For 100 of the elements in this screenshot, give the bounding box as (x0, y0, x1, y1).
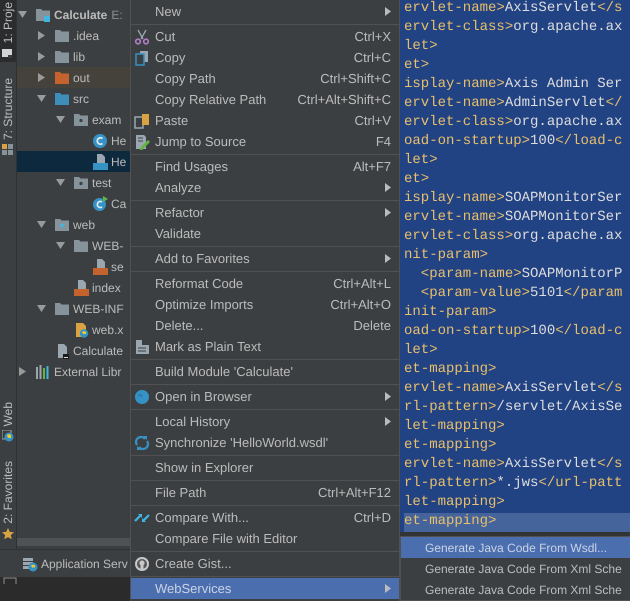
menu-item[interactable]: Validate (131, 223, 399, 244)
tree-item[interactable]: exam (17, 109, 130, 130)
tree-item[interactable]: Ca (17, 193, 130, 214)
copy-icon (134, 50, 150, 66)
tree-item[interactable]: WEB-INF (17, 298, 130, 319)
star-icon (2, 528, 14, 540)
class-icon (92, 132, 108, 148)
scissors-icon (134, 28, 150, 44)
menu-item[interactable]: Generate Java Code From Xml Sche (401, 558, 630, 579)
menu-item[interactable]: Copy Ctrl+C (131, 47, 399, 68)
tree-item[interactable]: test (17, 172, 130, 193)
menu-item[interactable]: Open in Browser (131, 386, 399, 407)
menu-item[interactable]: File Path Ctrl+Alt+F12 (131, 482, 399, 503)
menu-item[interactable]: Delete... Delete (131, 315, 399, 336)
tree-item[interactable]: web.x (17, 319, 130, 340)
pencil-document-icon (134, 134, 150, 150)
structure-icon (2, 144, 14, 156)
tree-item[interactable]: lib (17, 46, 130, 67)
menu-item[interactable]: Copy Path Ctrl+Shift+C (131, 68, 399, 89)
code-line: oad-on-startup>100</load-c (404, 323, 624, 341)
tree-item[interactable]: index (17, 277, 130, 298)
code-line: oad-on-startup>100</load-c (404, 133, 624, 151)
tool-window-tab[interactable]: Web (0, 400, 16, 446)
code-line: ervlet-class>org.apache.ax (404, 19, 624, 37)
globe-icon (2, 430, 14, 442)
tree-item[interactable]: Calculate E: (17, 4, 130, 25)
tree-item[interactable]: web (17, 214, 130, 235)
menu-item[interactable]: Create Gist... (131, 553, 399, 574)
code-line: rl-pattern>*.jws</url-patt (404, 475, 624, 493)
menu-item[interactable]: Copy Relative Path Ctrl+Alt+Shift+C (131, 89, 399, 110)
menu-item[interactable]: Show in Explorer (131, 457, 399, 478)
tree-item[interactable]: He (17, 130, 130, 151)
server-icon (22, 556, 38, 572)
menu-item[interactable]: Find Usages Alt+F7 (131, 156, 399, 177)
tree-item[interactable]: External Libr (17, 361, 130, 382)
module-folder-icon (35, 6, 51, 22)
code-line: <param-name>SOAPMonitorP (420, 266, 624, 284)
test-class-icon (92, 196, 108, 212)
tool-window-tab[interactable]: 2: Favorites (0, 459, 16, 543)
menu-item[interactable]: Build Module 'Calculate' (131, 361, 399, 382)
globe-icon (134, 388, 150, 404)
menu-item[interactable]: Reformat Code Ctrl+Alt+L (131, 273, 399, 294)
project-icon (2, 47, 14, 60)
menu-item[interactable]: New (131, 1, 399, 22)
tree-item[interactable]: se (17, 256, 130, 277)
tree-item[interactable]: .idea (17, 25, 130, 46)
folder-icon (54, 28, 70, 44)
tree-item[interactable]: WEB- (17, 235, 130, 256)
tree-item[interactable]: He (17, 151, 130, 172)
code-line: let> (404, 38, 439, 56)
menu-item[interactable]: WebServices (131, 578, 399, 599)
web-folder-icon (54, 216, 70, 232)
tool-window-tab[interactable]: 1: Proje (0, 0, 16, 62)
paste-icon (134, 112, 150, 128)
tree-item[interactable]: Calculate (17, 340, 130, 361)
code-line: ervlet-name>AdminServlet</ (404, 95, 624, 113)
package-icon (73, 174, 89, 190)
menu-item[interactable]: Refactor (131, 202, 399, 223)
library-icon (35, 364, 51, 380)
code-line: rl-pattern>/servlet/AxisSe (404, 399, 624, 417)
code-line: isplay-name>Axis Admin Ser (404, 76, 624, 94)
menu-item[interactable]: Local History (131, 411, 399, 432)
code-line: nit-param> (404, 247, 490, 265)
menu-item[interactable]: Compare With... Ctrl+D (131, 507, 399, 528)
code-line: let-mapping> (404, 418, 506, 436)
menu-item[interactable]: Paste Ctrl+V (131, 110, 399, 131)
code-line: ervlet-name>AxisServlet</s (404, 380, 624, 398)
menu-item[interactable]: Generate Java Code From Wsdl... (401, 537, 630, 558)
xml-file-icon (92, 258, 108, 274)
code-line: let> (404, 152, 439, 170)
menu-item[interactable]: Synchronize 'HelloWorld.wsdl' (131, 432, 399, 453)
tree-item[interactable]: out (17, 67, 130, 88)
code-line: et> (404, 171, 430, 189)
folder-icon (73, 238, 89, 254)
code-line: ervlet-name>AxisServlet</s (404, 456, 624, 474)
tool-window-tab[interactable]: 7: Structure (0, 76, 16, 160)
code-line: let> (404, 342, 439, 360)
menu-item[interactable]: Optimize Imports Ctrl+Alt+O (131, 294, 399, 315)
menu-item[interactable]: Cut Ctrl+X (131, 26, 399, 47)
wsdl-file-icon (92, 154, 108, 170)
folder-icon (54, 70, 70, 86)
code-line: ervlet-name>SOAPMonitorSer (404, 209, 624, 227)
code-line: <param-value>5101</param (420, 285, 624, 303)
menu-item[interactable]: Jump to Source F4 (131, 131, 399, 152)
menu-item[interactable]: Generate Java Code From Xml Sche (401, 579, 630, 600)
menu-item[interactable]: Compare File with Editor (131, 528, 399, 549)
code-line: ervlet-class>org.apache.ax (404, 114, 624, 132)
menu-item[interactable]: Mark as Plain Text (131, 336, 399, 357)
horizontal-scrollbar[interactable] (17, 538, 130, 546)
code-line: ervlet-class>org.apache.ax (404, 228, 624, 246)
menu-item[interactable]: Add to Favorites (131, 248, 399, 269)
tree-item[interactable]: src (17, 88, 130, 109)
menu-item[interactable]: Analyze (131, 177, 399, 198)
code-line: init-param> (404, 304, 498, 322)
sync-icon (134, 434, 150, 450)
folder-icon (54, 48, 70, 64)
code-line: et-mapping> (404, 361, 498, 379)
code-line: isplay-name>SOAPMonitorSer (404, 190, 624, 208)
package-icon (73, 112, 89, 128)
folder-icon (54, 300, 70, 316)
